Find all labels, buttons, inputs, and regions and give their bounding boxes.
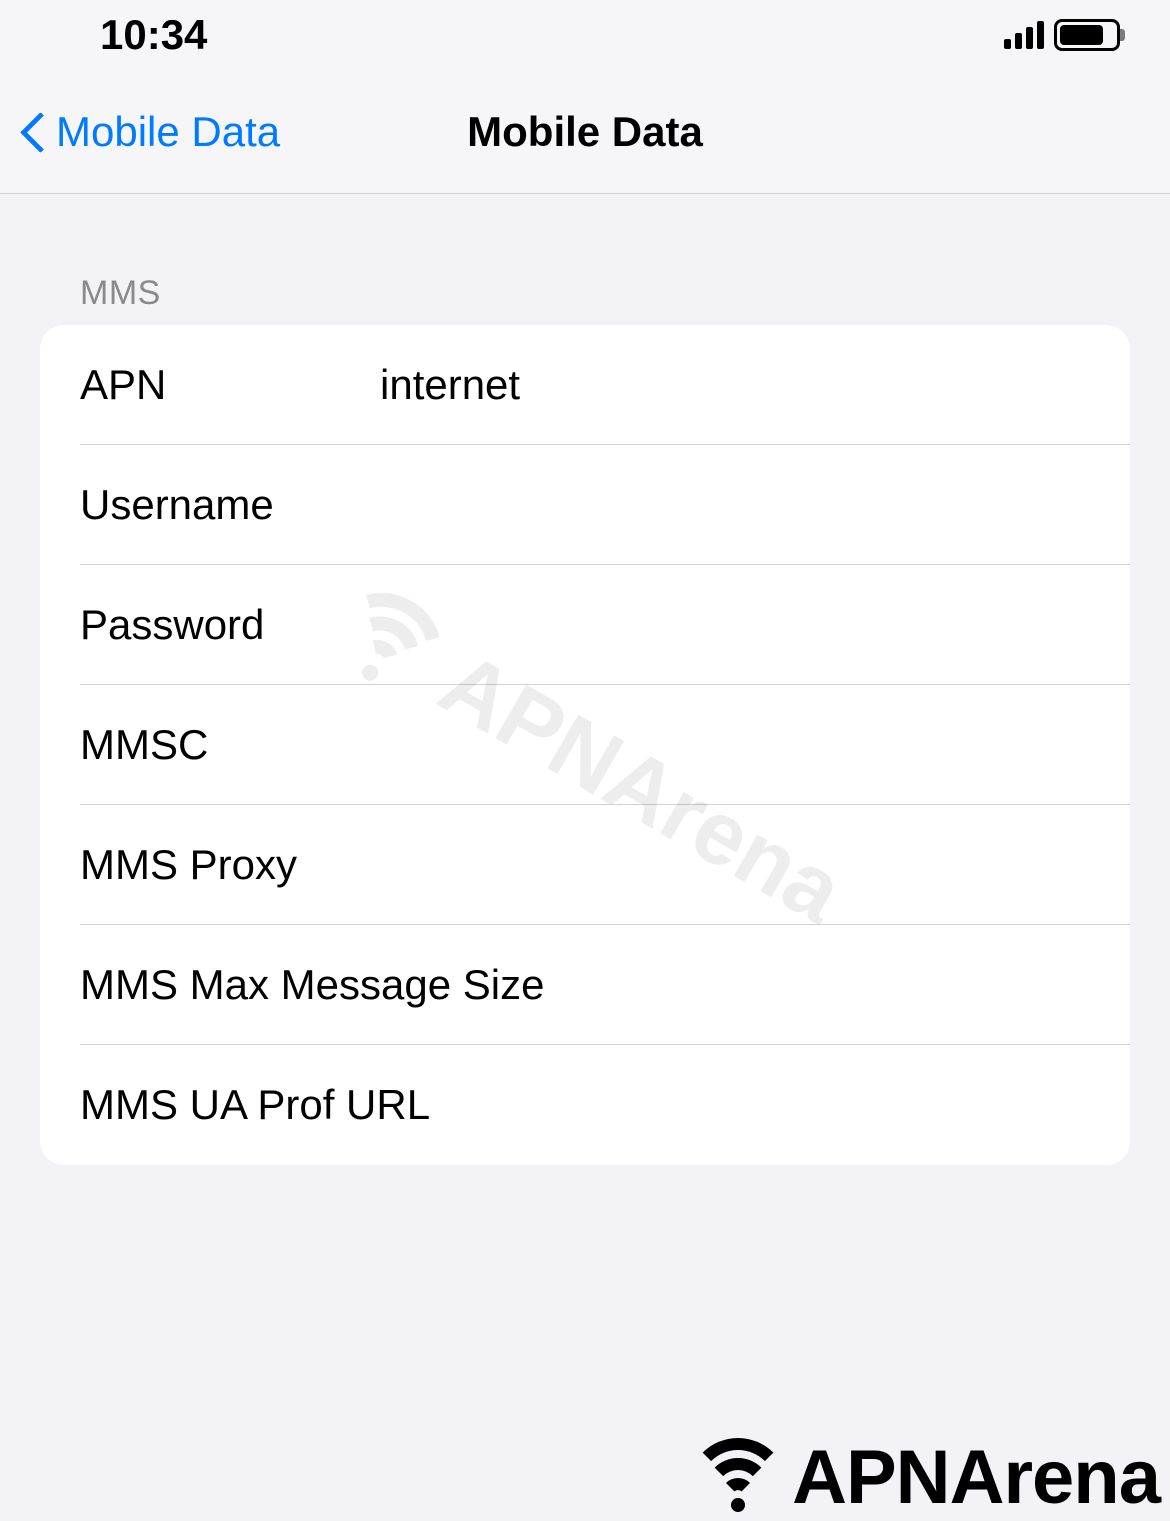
row-username[interactable]: Username <box>40 445 1130 565</box>
input-mmsc[interactable] <box>380 721 1130 769</box>
wifi-icon <box>688 1438 788 1518</box>
label-apn: APN <box>80 361 380 409</box>
label-password: Password <box>80 601 380 649</box>
input-mms-proxy[interactable] <box>380 841 1130 889</box>
navigation-bar: Mobile Data Mobile Data <box>0 70 1170 194</box>
row-mms-max-size[interactable]: MMS Max Message Size <box>40 925 1130 1045</box>
row-password[interactable]: Password <box>40 565 1130 685</box>
cellular-signal-icon <box>1004 21 1044 49</box>
content-area: MMS APN Username Password MMSC MMS Proxy… <box>0 194 1170 1165</box>
back-label: Mobile Data <box>56 108 280 156</box>
page-title: Mobile Data <box>467 108 703 156</box>
status-bar: 10:34 <box>0 0 1170 70</box>
settings-group-mms: APN Username Password MMSC MMS Proxy MMS… <box>40 325 1130 1165</box>
brand-footer-text: APNArena <box>792 1434 1160 1521</box>
section-header-mms: MMS <box>40 274 1130 325</box>
row-mms-proxy[interactable]: MMS Proxy <box>40 805 1130 925</box>
row-apn[interactable]: APN <box>40 325 1130 445</box>
label-mmsc: MMSC <box>80 721 380 769</box>
back-button[interactable]: Mobile Data <box>0 108 280 156</box>
label-mms-max-size: MMS Max Message Size <box>80 961 589 1009</box>
input-password[interactable] <box>380 601 1130 649</box>
status-indicators <box>1004 19 1120 51</box>
brand-footer: APNArena <box>688 1434 1160 1521</box>
input-mms-max-size[interactable] <box>589 961 1130 1009</box>
status-time: 10:34 <box>100 11 207 59</box>
input-mms-ua-prof[interactable] <box>589 1081 1130 1129</box>
battery-icon <box>1054 19 1120 51</box>
input-apn[interactable] <box>380 361 1130 409</box>
label-mms-proxy: MMS Proxy <box>80 841 380 889</box>
row-mms-ua-prof[interactable]: MMS UA Prof URL <box>40 1045 1130 1165</box>
input-username[interactable] <box>380 481 1130 529</box>
row-mmsc[interactable]: MMSC <box>40 685 1130 805</box>
label-mms-ua-prof: MMS UA Prof URL <box>80 1081 589 1129</box>
label-username: Username <box>80 481 380 529</box>
chevron-left-icon <box>20 110 48 154</box>
